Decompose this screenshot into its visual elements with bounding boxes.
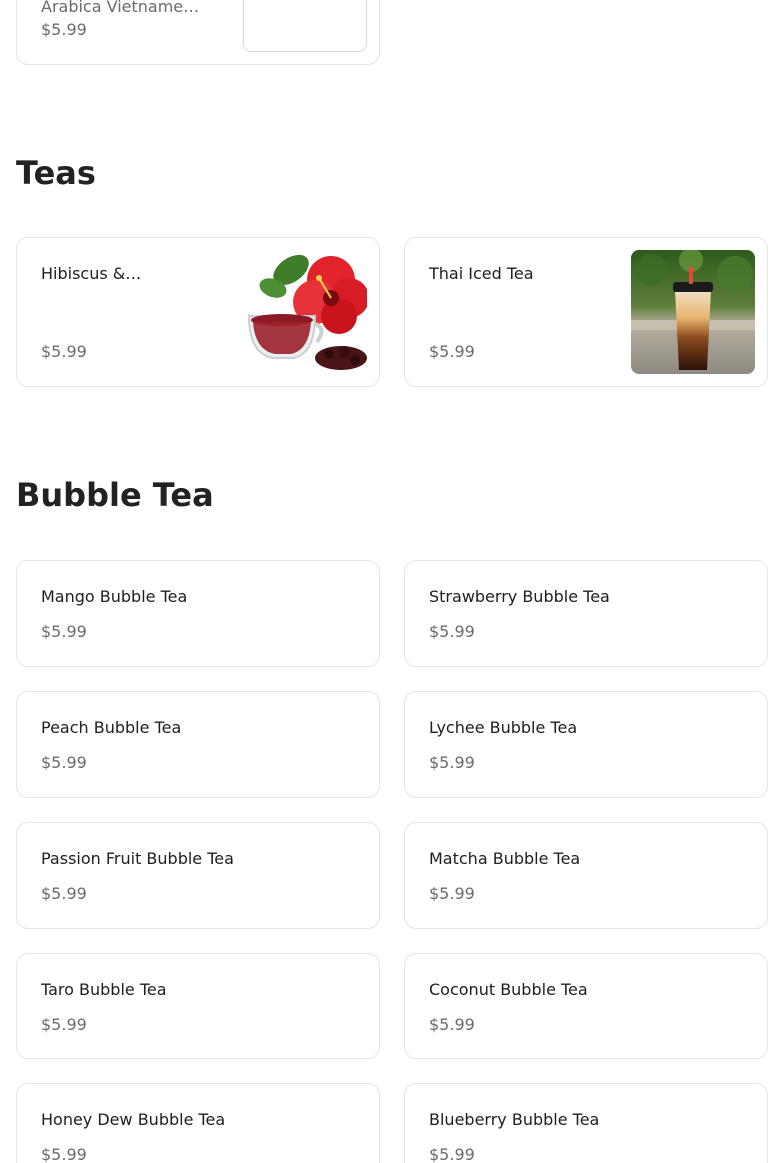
menu-item-name: Thai Iced Tea (429, 264, 534, 283)
menu-item-card-blueberry-bubble-tea[interactable]: Blueberry Bubble Tea $5.99 (404, 1083, 768, 1163)
thai-iced-tea-image (631, 250, 755, 374)
menu-item-price: $5.99 (429, 622, 475, 641)
menu-item-card-coconut-bubble-tea[interactable]: Coconut Bubble Tea $5.99 (404, 953, 768, 1059)
menu-item-name: Peach Bubble Tea (41, 718, 182, 737)
menu-item-price: $5.99 (41, 753, 87, 772)
menu-page: Arabica Vietname… $5.99 Teas Hibiscus &…… (0, 0, 784, 1163)
menu-item-price: $5.99 (41, 1015, 87, 1034)
menu-item-name: Honey Dew Bubble Tea (41, 1110, 226, 1129)
menu-item-card-matcha-bubble-tea[interactable]: Matcha Bubble Tea $5.99 (404, 822, 768, 929)
menu-item-card-taro-bubble-tea[interactable]: Taro Bubble Tea $5.99 (16, 953, 380, 1059)
menu-item-card-arabica[interactable]: Arabica Vietname… $5.99 (16, 0, 380, 65)
menu-item-price: $5.99 (429, 753, 475, 772)
menu-item-price: $5.99 (429, 1015, 475, 1034)
section-title-teas: Teas (16, 154, 96, 192)
menu-item-price: $5.99 (41, 622, 87, 641)
menu-item-card-thai-iced-tea[interactable]: Thai Iced Tea $5.99 (404, 237, 768, 387)
menu-item-price: $5.99 (429, 1145, 475, 1163)
hibiscus-tea-image (243, 250, 367, 374)
menu-item-name: Strawberry Bubble Tea (429, 587, 610, 606)
menu-item-card-strawberry-bubble-tea[interactable]: Strawberry Bubble Tea $5.99 (404, 560, 768, 667)
menu-item-price: $5.99 (429, 884, 475, 903)
menu-item-name: Passion Fruit Bubble Tea (41, 849, 234, 868)
menu-item-name: Mango Bubble Tea (41, 587, 188, 606)
menu-item-name: Arabica Vietname… (41, 0, 200, 16)
menu-item-price: $5.99 (41, 342, 87, 361)
menu-item-card-passion-fruit-bubble-tea[interactable]: Passion Fruit Bubble Tea $5.99 (16, 822, 380, 929)
menu-item-price: $5.99 (429, 342, 475, 361)
menu-item-image (243, 0, 367, 52)
menu-item-name: Taro Bubble Tea (41, 980, 167, 999)
menu-item-card-mango-bubble-tea[interactable]: Mango Bubble Tea $5.99 (16, 560, 380, 667)
menu-item-card-honey-dew-bubble-tea[interactable]: Honey Dew Bubble Tea $5.99 (16, 1083, 380, 1163)
menu-item-card-lychee-bubble-tea[interactable]: Lychee Bubble Tea $5.99 (404, 691, 768, 798)
menu-item-price: $5.99 (41, 1145, 87, 1163)
menu-item-card-peach-bubble-tea[interactable]: Peach Bubble Tea $5.99 (16, 691, 380, 798)
menu-item-name: Lychee Bubble Tea (429, 718, 578, 737)
menu-item-name: Coconut Bubble Tea (429, 980, 588, 999)
menu-item-name: Blueberry Bubble Tea (429, 1110, 600, 1129)
menu-item-card-hibiscus[interactable]: Hibiscus &… $5.99 (16, 237, 380, 387)
menu-item-price: $5.99 (41, 884, 87, 903)
menu-item-name: Hibiscus &… (41, 264, 142, 283)
section-title-bubble-tea: Bubble Tea (16, 476, 214, 514)
menu-item-name: Matcha Bubble Tea (429, 849, 581, 868)
menu-item-price: $5.99 (41, 20, 87, 39)
